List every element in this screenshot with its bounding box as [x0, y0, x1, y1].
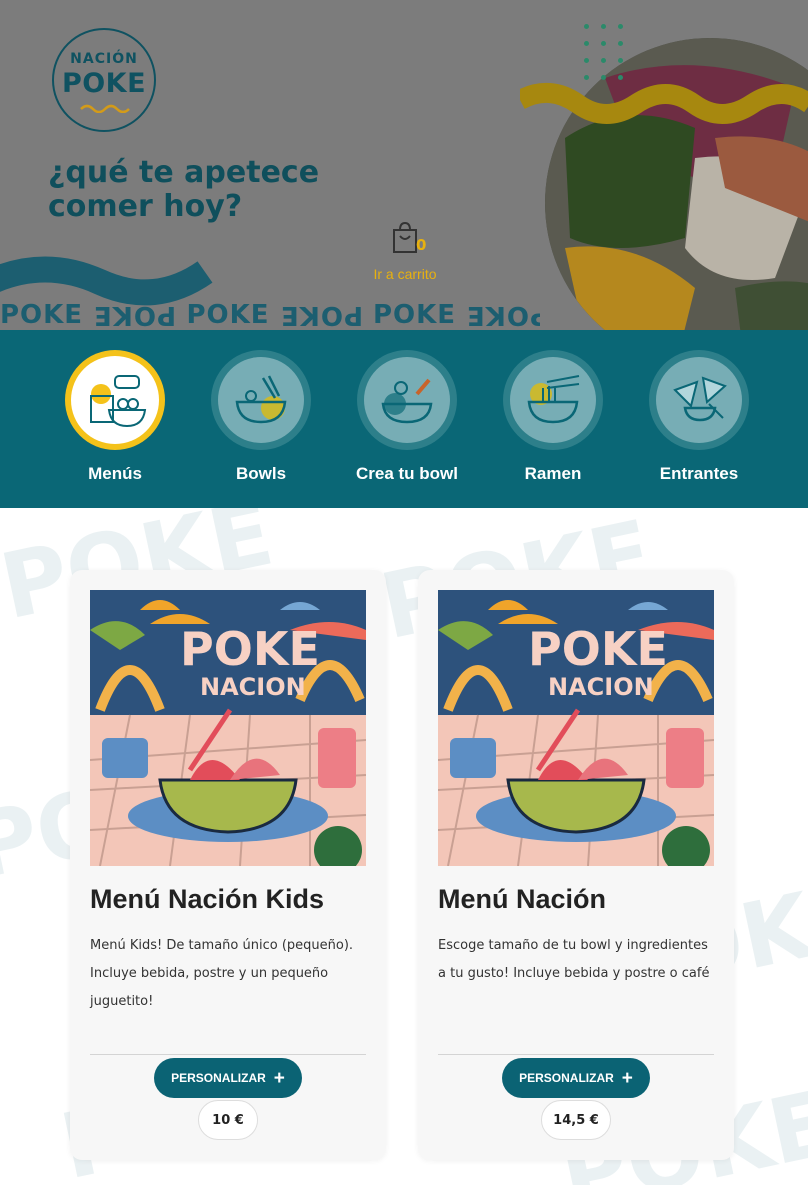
category-label: Ramen: [524, 464, 582, 483]
dot-grid-decoration: [584, 24, 628, 88]
yellow-wave-decoration: [520, 82, 808, 124]
category-label: Entrantes: [659, 464, 739, 483]
personalize-label: PERSONALIZAR: [171, 1071, 266, 1085]
poke-pattern-strip: POKE POKE POKE POKE POKE POKE: [0, 300, 540, 330]
svg-text:POKE: POKE: [180, 622, 320, 676]
cart-label[interactable]: Ir a carrito: [362, 266, 448, 282]
plus-icon: +: [621, 1067, 633, 1089]
svg-text:NACION: NACION: [548, 673, 654, 701]
cart-button[interactable]: 0 Ir a carrito: [362, 220, 448, 282]
cart-count-badge: 0: [416, 236, 427, 254]
card-divider: [438, 1054, 714, 1055]
category-menus[interactable]: Menús: [40, 350, 190, 484]
product-card[interactable]: POKE NACION Menú Nación Kids Menú Kids! …: [70, 570, 386, 1160]
product-title[interactable]: Menú Nación Kids: [90, 884, 370, 915]
nacion-poke-logo[interactable]: NACIÓN POKE: [52, 28, 156, 132]
category-nav: Menús Bowls Crea tu bowl Ramen Entrantes: [0, 330, 808, 508]
category-starters[interactable]: Entrantes: [624, 350, 774, 484]
create-bowl-icon: [381, 378, 433, 424]
product-description: Escoge tamaño de tu bowl y ingredientes …: [438, 938, 710, 981]
price-badge: 14,5 €: [541, 1100, 611, 1140]
product-card[interactable]: POKE NACION Menú Nación Escoge tamaño de…: [418, 570, 734, 1160]
category-ramen[interactable]: Ramen: [478, 350, 628, 484]
category-create-bowl[interactable]: Crea tu bowl: [332, 350, 482, 484]
category-label: Bowls: [235, 464, 287, 483]
price-badge: 10 €: [198, 1100, 258, 1140]
category-label: Crea tu bowl: [355, 464, 458, 483]
svg-text:NACION: NACION: [200, 673, 306, 701]
plus-icon: +: [273, 1067, 285, 1089]
card-divider: [90, 1054, 366, 1055]
category-label: Menús: [88, 464, 142, 483]
svg-text:POKE: POKE: [528, 622, 668, 676]
personalize-label: PERSONALIZAR: [519, 1071, 614, 1085]
product-description: Menú Kids! De tamaño único (pequeño). In…: [90, 938, 354, 1009]
product-image[interactable]: POKE NACION: [438, 590, 714, 866]
logo-text-line1: NACIÓN: [70, 51, 138, 67]
page-headline: ¿qué te apetece comer hoy?: [48, 155, 320, 224]
hero-header: NACIÓN POKE ¿qué te apetece comer hoy? 0…: [0, 0, 808, 330]
starters-icon: [673, 376, 727, 422]
logo-wave-icon: [80, 104, 130, 113]
product-image[interactable]: POKE NACION: [90, 590, 366, 866]
product-list: POKE POKE POKE POKE POKE POKE POKE NACIO…: [0, 508, 808, 1185]
personalize-button[interactable]: PERSONALIZAR +: [154, 1058, 302, 1098]
bowl-icon: [235, 375, 287, 424]
product-title[interactable]: Menú Nación: [438, 884, 718, 915]
ramen-icon: [527, 375, 580, 424]
menu-combo-icon: [90, 375, 147, 428]
personalize-button[interactable]: PERSONALIZAR +: [502, 1058, 650, 1098]
logo-text-line2: POKE: [61, 68, 147, 99]
category-bowls[interactable]: Bowls: [186, 350, 336, 484]
